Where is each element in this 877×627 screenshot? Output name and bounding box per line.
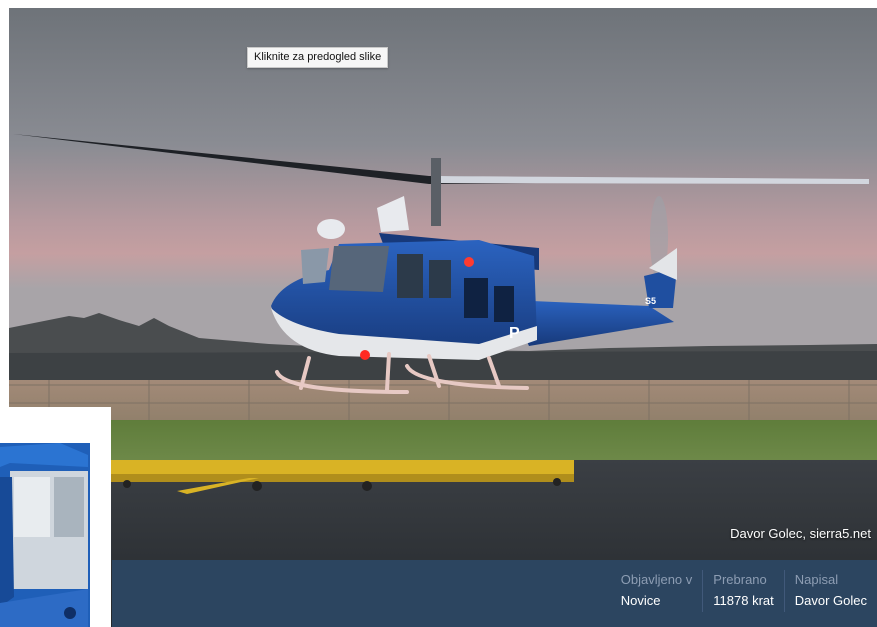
author-label: Napisal: [794, 572, 839, 587]
reads-count: 11878 krat: [713, 593, 774, 608]
cockpit-thumbnail[interactable]: [0, 407, 111, 627]
svg-text:S5: S5: [645, 296, 656, 306]
photo-credit: Davor Golec, sierra5.net: [730, 526, 871, 541]
published-label: Objavljeno v: [620, 572, 693, 587]
reads-label: Prebrano: [713, 572, 767, 587]
meta-author: Napisal Davor Golec: [783, 570, 877, 612]
meta-published: Objavljeno v Novice: [611, 570, 703, 612]
article-meta-bar: Objavljeno v Novice Prebrano 11878 krat …: [112, 560, 877, 627]
meta-columns: Objavljeno v Novice Prebrano 11878 krat …: [611, 570, 877, 612]
image-preview-tooltip: Kliknite za predogled slike: [247, 47, 389, 68]
category-link[interactable]: Novice: [621, 590, 693, 612]
meta-reads: Prebrano 11878 krat: [702, 570, 783, 612]
author-link[interactable]: Davor Golec: [795, 590, 867, 612]
svg-text:P: P: [509, 325, 520, 342]
